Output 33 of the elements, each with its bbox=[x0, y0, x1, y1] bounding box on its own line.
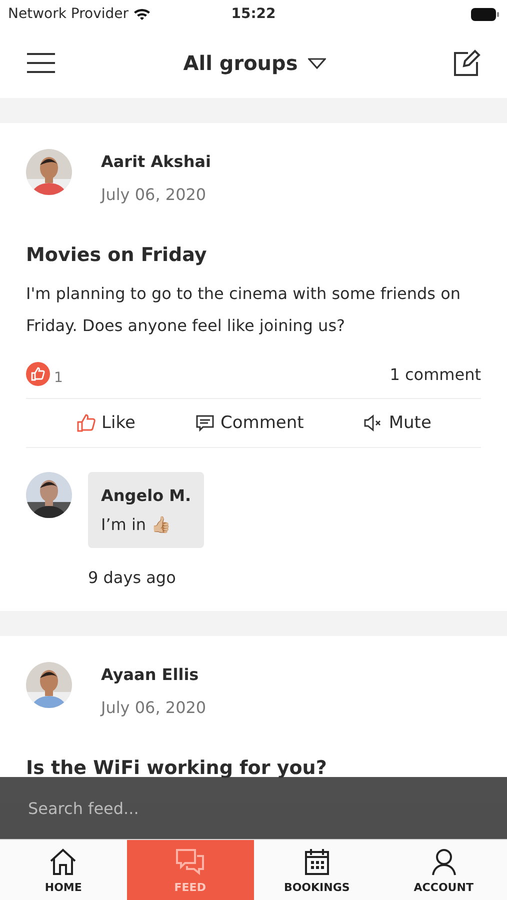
like-button[interactable]: Like bbox=[76, 413, 136, 433]
carrier-name: Network Provider bbox=[8, 6, 129, 22]
comment-text: I’m in 👍🏼 bbox=[101, 515, 172, 534]
author-name: Ayaan Ellis bbox=[101, 665, 200, 684]
mute-button[interactable]: Mute bbox=[362, 413, 432, 433]
home-icon bbox=[48, 846, 78, 876]
tab[interactable]: ACCOUNT bbox=[380, 840, 507, 900]
post-date: July 06, 2020 bbox=[101, 698, 206, 717]
comment-icon bbox=[194, 413, 214, 433]
author-name: Aarit Akshai bbox=[101, 152, 211, 171]
like-badge-icon bbox=[26, 362, 50, 386]
post-text: I'm planning to go to the cinema with some friends on Friday. Does anyone feel like joining us? bbox=[26, 283, 462, 337]
search-field[interactable]: Search feed... bbox=[26, 798, 481, 818]
like-count: 1 bbox=[54, 370, 63, 386]
search-bar[interactable]: Search feed... bbox=[0, 777, 507, 839]
menu-icon[interactable] bbox=[26, 52, 56, 74]
tab[interactable]: HOME bbox=[0, 840, 127, 900]
muted-speaker-icon bbox=[362, 413, 383, 433]
tab[interactable]: BOOKINGS bbox=[254, 840, 380, 900]
compose-icon[interactable] bbox=[453, 49, 481, 77]
post-title: Is the WiFi working for you? bbox=[26, 757, 328, 779]
commenter-name: Angelo M. bbox=[101, 486, 192, 505]
chat-bubbles-icon bbox=[175, 846, 206, 876]
battery-icon bbox=[471, 8, 500, 20]
comment-time: 9 days ago bbox=[88, 568, 177, 587]
clock-time: 15:22 bbox=[231, 6, 276, 22]
group-dropdown[interactable]: All groups bbox=[183, 51, 326, 75]
comment-count[interactable]: 1 comment bbox=[390, 364, 481, 384]
comment-button[interactable]: Comment bbox=[194, 413, 304, 433]
post-date: July 06, 2020 bbox=[101, 185, 208, 204]
caret-icon bbox=[308, 58, 326, 68]
wifi-icon bbox=[132, 7, 151, 21]
post-title: Movies on Friday bbox=[26, 244, 208, 266]
